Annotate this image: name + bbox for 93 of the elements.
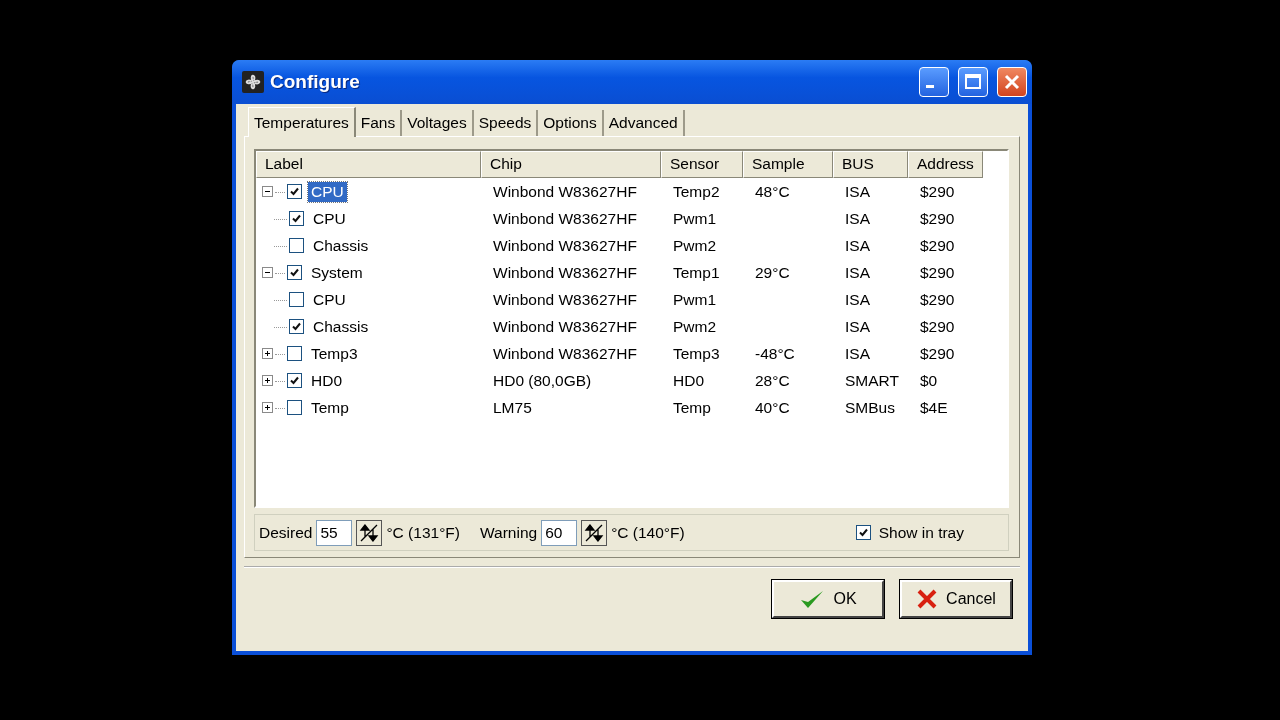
table-cell-text: $290 xyxy=(919,344,956,363)
table-cell-text: Pwm1 xyxy=(672,290,718,309)
table-cell-text: Temp2 xyxy=(672,182,721,201)
tree-item[interactable]: Chassis xyxy=(310,316,372,337)
checkbox[interactable] xyxy=(289,292,304,307)
checkbox[interactable] xyxy=(287,346,302,361)
input-field[interactable]: 60 xyxy=(541,519,578,546)
column-header[interactable]: Sensor xyxy=(661,151,743,178)
tree-item[interactable]: Temp3 xyxy=(308,343,361,364)
table-cell-text: ISA xyxy=(844,344,871,363)
maximize-icon xyxy=(964,73,982,91)
tree-item[interactable]: Chassis xyxy=(310,235,372,256)
table-cell-text: Winbond W83627HF xyxy=(492,209,638,228)
table-cell-text: LM75 xyxy=(492,398,533,417)
close-icon xyxy=(1003,73,1021,91)
table-cell-text: ISA xyxy=(844,263,871,282)
checkmark-icon xyxy=(799,588,826,610)
ok-button[interactable]: OK xyxy=(772,580,884,618)
maximize-button[interactable] xyxy=(958,67,988,97)
table-cell-text: Winbond W83627HF xyxy=(492,236,638,255)
table-cell-text: $290 xyxy=(919,290,956,309)
checkbox[interactable] xyxy=(289,319,304,334)
column-header[interactable]: Chip xyxy=(481,151,661,178)
table-cell-text: Winbond W83627HF xyxy=(492,263,638,282)
table-cell-text: Temp1 xyxy=(672,263,721,282)
table-cell-text: 29°C xyxy=(754,263,791,282)
checkbox[interactable] xyxy=(289,211,304,226)
table-cell-text: $0 xyxy=(919,371,939,390)
table-cell-text: $290 xyxy=(919,236,956,255)
checkbox[interactable] xyxy=(289,238,304,253)
checkbox[interactable] xyxy=(287,400,302,415)
minus-icon[interactable] xyxy=(262,267,273,278)
tree-item[interactable]: CPU xyxy=(308,181,347,202)
unit-label: °C (140°F) xyxy=(611,523,685,542)
unit-label: °C (131°F) xyxy=(386,523,460,542)
table-cell-text: Pwm2 xyxy=(672,236,718,255)
close-button[interactable] xyxy=(997,67,1027,97)
checkbox[interactable] xyxy=(287,265,302,280)
table-cell-text: Temp xyxy=(672,398,712,417)
table-cell-text: 40°C xyxy=(754,398,791,417)
minimize-icon xyxy=(926,84,934,88)
table-cell-text: 48°C xyxy=(754,182,791,201)
tab[interactable]: Temperatures xyxy=(248,107,356,137)
table-cell-text: HD0 xyxy=(672,371,705,390)
table-cell-text: 28°C xyxy=(754,371,791,390)
checkbox[interactable] xyxy=(855,525,871,541)
fan-icon xyxy=(242,71,264,93)
plus-icon[interactable] xyxy=(262,348,273,359)
column-header[interactable]: Address xyxy=(908,151,983,178)
table-cell-text: ISA xyxy=(844,236,871,255)
column-header[interactable]: Label xyxy=(256,151,481,178)
window-title: Configure xyxy=(270,71,361,93)
table-cell-text: $290 xyxy=(919,317,956,336)
checkbox[interactable] xyxy=(287,184,302,199)
input-field[interactable]: 55 xyxy=(316,519,353,546)
cancel-button[interactable]: Cancel xyxy=(900,580,1012,618)
table-cell-text: -48°C xyxy=(754,344,796,363)
field-label: Warning xyxy=(480,523,538,542)
table-cell-text: $290 xyxy=(919,209,956,228)
x-icon xyxy=(916,588,939,610)
plus-icon[interactable] xyxy=(262,375,273,386)
checkbox-label[interactable]: Show in tray xyxy=(878,523,964,542)
table-cell-text: ISA xyxy=(844,182,871,201)
tree-item[interactable]: CPU xyxy=(310,289,349,310)
spin-button[interactable] xyxy=(356,519,383,546)
table-cell-text: $290 xyxy=(919,263,956,282)
column-header[interactable]: BUS xyxy=(833,151,908,178)
table-cell-text: ISA xyxy=(844,317,871,336)
tree-item[interactable]: Temp xyxy=(308,397,352,418)
tree-item[interactable]: System xyxy=(308,262,366,283)
tree-item[interactable]: CPU xyxy=(310,208,349,229)
table-cell-text: Winbond W83627HF xyxy=(492,290,638,309)
table-cell-text: $290 xyxy=(919,182,956,201)
table-cell-text: Temp3 xyxy=(672,344,721,363)
table-cell-text: HD0 (80,0GB) xyxy=(492,371,593,390)
column-header[interactable]: Sample xyxy=(743,151,833,178)
table-cell-text: $4E xyxy=(919,398,949,417)
field-label: Desired xyxy=(259,523,313,542)
tree-item[interactable]: HD0 xyxy=(308,370,345,391)
spin-button[interactable] xyxy=(581,519,608,546)
table-cell-text: SMART xyxy=(844,371,900,390)
checkbox[interactable] xyxy=(287,373,302,388)
table-cell-text: SMBus xyxy=(844,398,896,417)
table-cell-text: ISA xyxy=(844,209,871,228)
plus-icon[interactable] xyxy=(262,402,273,413)
table-cell-text: ISA xyxy=(844,290,871,309)
table-cell-text: Winbond W83627HF xyxy=(492,182,638,201)
table-cell-text: Pwm1 xyxy=(672,209,718,228)
table-cell-text: Winbond W83627HF xyxy=(492,344,638,363)
table-cell-text: Winbond W83627HF xyxy=(492,317,638,336)
minimize-button[interactable] xyxy=(919,67,949,97)
minus-icon[interactable] xyxy=(262,186,273,197)
table-cell-text: Pwm2 xyxy=(672,317,718,336)
